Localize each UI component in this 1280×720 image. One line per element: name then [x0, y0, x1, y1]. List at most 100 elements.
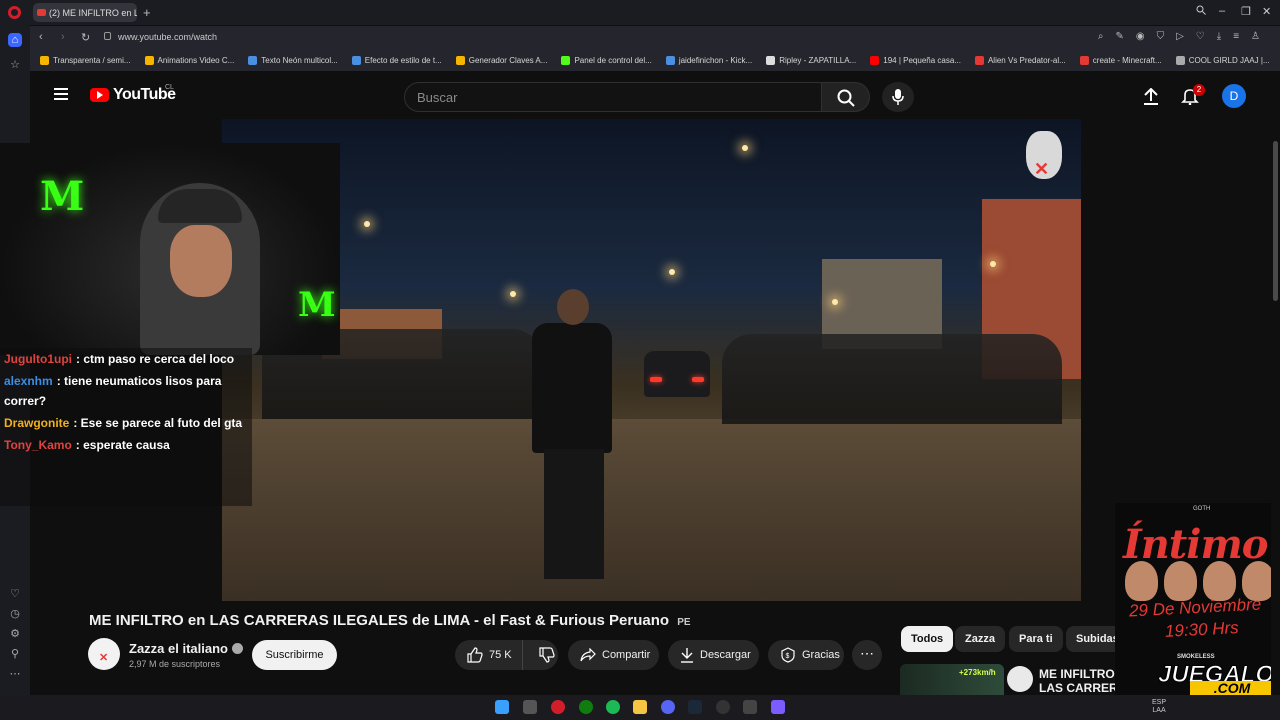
video-light [832, 299, 838, 305]
url-field[interactable]: www.youtube.com/watch [118, 32, 217, 42]
bookmark-item[interactable]: jaidefinichon - Kick... [665, 55, 753, 65]
chip-zazza[interactable]: Zazza [955, 626, 1005, 652]
bookmark-item[interactable]: create - Minecraft... [1079, 55, 1162, 65]
obs-icon[interactable] [716, 700, 730, 714]
video-light [990, 261, 996, 267]
voice-search-button[interactable] [882, 82, 914, 112]
recommended-thumbnail[interactable]: +273km/h [900, 664, 1004, 695]
bookmark-label: jaidefinichon - Kick... [678, 55, 753, 65]
upload-icon[interactable] [1143, 87, 1159, 111]
close-window-icon[interactable]: ✕ [1262, 5, 1271, 18]
recommended-channel-avatar[interactable] [1007, 666, 1033, 692]
bookmark-item[interactable]: Animations Video C... [144, 55, 234, 65]
page-scrollbar[interactable] [1271, 71, 1280, 695]
microphone-icon [892, 89, 904, 105]
share-button[interactable]: Compartir [568, 640, 659, 670]
forward-icon[interactable]: › [61, 31, 65, 43]
edit-icon[interactable]: ✎ [1115, 31, 1123, 42]
task-view-icon[interactable] [523, 700, 537, 714]
bookmark-favicon-icon [766, 55, 776, 65]
chip-todos[interactable]: Todos [901, 626, 954, 652]
steam-icon[interactable] [688, 700, 702, 714]
youtube-header: YouTube CL 2 D [30, 71, 1280, 119]
heart-icon[interactable]: ♡ [8, 587, 22, 601]
chat-username[interactable]: Tony_Kamo [4, 438, 72, 452]
bookmark-item[interactable]: Ripley - ZAPATILLA... [766, 55, 856, 65]
thanks-button[interactable]: $ Gracias [768, 640, 844, 670]
new-tab-icon[interactable]: + [143, 5, 151, 20]
bookmark-item[interactable]: Transparenta / semi... [40, 55, 131, 65]
profile-icon[interactable]: ♙ [1251, 31, 1260, 42]
bookmark-item[interactable]: Alien Vs Predator-al... [974, 55, 1066, 65]
channel-name-text[interactable]: Zazza el italiano [129, 641, 228, 656]
chat-text: : ctm paso re cerca del loco [76, 352, 235, 366]
settings-icon[interactable]: ⚙ [8, 627, 22, 641]
tips-icon[interactable]: ⚲ [8, 647, 22, 661]
bookmark-item[interactable]: COOL GIRLD JAAJ |... [1175, 55, 1270, 65]
chat-username[interactable]: Drawgonite [4, 416, 69, 430]
xbox-icon[interactable] [579, 700, 593, 714]
discord-icon[interactable] [661, 700, 675, 714]
channel-name[interactable]: Zazza el italiano [129, 641, 243, 656]
zoom-icon[interactable]: ⌕ [1098, 31, 1104, 42]
browser-tab[interactable]: (2) ME INFILTRO en LAS CARRERAS ILEGALES… [33, 3, 137, 22]
minimize-icon[interactable]: – [1219, 5, 1225, 17]
history-icon[interactable]: ◷ [8, 607, 22, 621]
video-crowd [722, 334, 1062, 424]
play-icon[interactable]: ▷ [1176, 31, 1184, 42]
chip-para-ti[interactable]: Para ti [1009, 626, 1063, 652]
search-input[interactable] [405, 83, 821, 111]
opera-taskbar-icon[interactable] [551, 700, 565, 714]
download-button[interactable]: Descargar [668, 640, 759, 670]
bookmark-item[interactable]: Texto Neón multicol... [248, 55, 338, 65]
download-icon[interactable]: ⤓ [1217, 31, 1221, 42]
windows-start-icon[interactable] [495, 700, 509, 714]
chat-username[interactable]: alexnhm [4, 374, 53, 388]
bookmark-item[interactable]: Panel de control del... [561, 55, 652, 65]
search-button[interactable] [822, 82, 870, 112]
event-poster: GOTH Íntimo 29 De Noviembre 19:30 Hrs SM… [1115, 503, 1280, 695]
shield-icon[interactable]: ⛉ [1157, 31, 1165, 42]
subscriber-count: 2,97 M de suscriptores [129, 659, 221, 669]
layout-code: LAA [1152, 707, 1166, 714]
channel-avatar[interactable] [88, 638, 120, 670]
bookmark-item[interactable]: Efecto de estilo de t... [351, 55, 442, 65]
thumbnail-text: +273km/h [959, 668, 996, 677]
bookmarks-icon[interactable]: ☆ [8, 58, 22, 72]
bookmark-favicon-icon [561, 55, 571, 65]
chat-username[interactable]: Jugulto1upi [4, 352, 72, 366]
maximize-icon[interactable]: ❐ [1241, 5, 1251, 18]
file-explorer-icon[interactable] [633, 700, 647, 714]
opera-logo-icon[interactable] [8, 6, 21, 19]
like-button[interactable]: 75 K [455, 640, 523, 670]
camera-icon[interactable]: ◉ [1136, 31, 1145, 42]
settings-taskbar-icon[interactable] [743, 700, 757, 714]
back-icon[interactable]: ‹ [39, 31, 43, 43]
more-actions-icon[interactable]: ⋯ [852, 640, 882, 670]
menu-icon[interactable]: ≡ [1233, 31, 1239, 42]
scrollbar-thumb[interactable] [1273, 141, 1278, 301]
subscribe-button[interactable]: Suscribirme [252, 640, 337, 670]
bookmark-item[interactable]: Generador Claves A... [455, 55, 547, 65]
more-icon[interactable]: ⋯ [8, 667, 22, 681]
video-title-text: ME INFILTRO en LAS CARRERAS ILEGALES de … [89, 612, 670, 629]
keyboard-language[interactable]: ESP LAA [1152, 699, 1166, 715]
account-avatar[interactable]: D [1222, 84, 1246, 108]
dislike-button[interactable] [529, 640, 565, 670]
notification-count-badge: 2 [1193, 84, 1205, 96]
bookmark-item[interactable]: 194 | Pequeña casa... [870, 55, 961, 65]
app-taskbar-icon[interactable] [771, 700, 785, 714]
search-tabs-icon[interactable] [1196, 5, 1206, 18]
chat-message: Jugulto1upi : ctm paso re cerca del loco [0, 348, 252, 370]
bookmark-favicon-icon [144, 55, 154, 65]
video-player[interactable] [222, 119, 1081, 601]
language-code: ESP [1152, 699, 1167, 706]
home-icon[interactable]: ⌂ [8, 33, 22, 47]
reload-icon[interactable]: ↻ [81, 31, 90, 44]
heart-icon[interactable]: ♡ [1196, 31, 1205, 42]
youtube-logo-icon[interactable] [90, 88, 109, 102]
hamburger-menu-icon[interactable] [54, 88, 68, 100]
bookmark-label: 194 | Pequeña casa... [883, 55, 961, 65]
bookmark-label: Panel de control del... [574, 55, 652, 65]
spotify-icon[interactable] [606, 700, 620, 714]
